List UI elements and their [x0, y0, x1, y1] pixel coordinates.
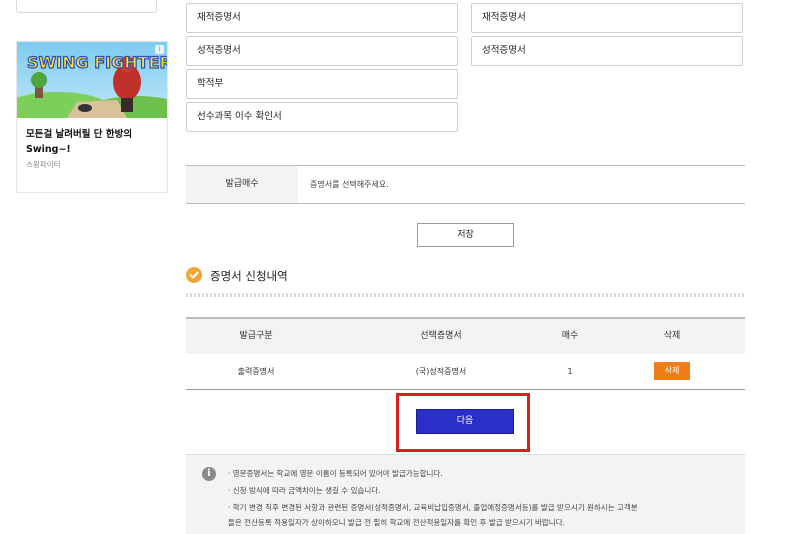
ad-image[interactable]: SWING FIGHTER i — [17, 42, 167, 118]
info-icon: i — [202, 467, 216, 481]
notice-line: · 신청 방식에 따라 금액차이는 생길 수 있습니다. — [228, 486, 381, 495]
check-circle-icon — [186, 267, 202, 283]
notice-line: · 학기 변경 직후 변경된 사항과 관련된 증명서(성적증명서, 교육비납입증… — [228, 503, 638, 512]
issue-count-row: 발급매수 증명서를 선택해주세요. — [186, 165, 745, 204]
table-row: 출력증명서 (국)성적증명서 1 삭제 — [186, 354, 745, 390]
cert-option-transcript-alt[interactable]: 성적증명서 — [471, 36, 743, 66]
header-count: 매수 — [561, 331, 579, 341]
cert-option-transcript[interactable]: 성적증명서 — [186, 36, 458, 66]
ad-card[interactable]: SWING FIGHTER i 모든걸 날려버릴 단 한방의 Swing~! 스… — [16, 41, 168, 193]
save-button[interactable]: 저장 — [417, 223, 514, 247]
ad-title[interactable]: 모든걸 날려버릴 단 한방의 Swing~! — [26, 127, 162, 157]
ad-logo: SWING FIGHTER — [27, 53, 167, 72]
header-certificate: 선택증명서 — [420, 331, 462, 341]
cert-option-prerequisite[interactable]: 선수과목 이수 확인서 — [186, 102, 458, 132]
history-table-header: 발급구분 선택증명서 매수 삭제 — [186, 317, 745, 354]
cert-option-record[interactable]: 학적부 — [186, 69, 458, 99]
delete-button[interactable]: 삭제 — [654, 362, 690, 380]
header-delete: 삭제 — [663, 331, 681, 341]
history-title: 증명서 신청내역 — [210, 269, 288, 283]
issue-count-value: 증명서를 선택해주세요. — [310, 180, 389, 189]
row-count: 1 — [567, 367, 573, 376]
notice-line: · 영문증명서는 학교에 영문 이름이 등록되어 있어야 발급가능합니다. — [228, 469, 443, 478]
row-issue-type: 출력증명서 — [237, 367, 275, 376]
section-divider — [186, 293, 745, 297]
ad-info-icon[interactable]: i — [155, 45, 164, 54]
sidebar-top-box[interactable] — [16, 0, 157, 13]
row-certificate: (국)성적증명서 — [415, 367, 467, 376]
ad-artwork: SWING FIGHTER — [17, 42, 167, 118]
notice-line: 들은 전산등록 적용일자가 상이하오니 발급 전 필히 학교에 전산적용일자를 … — [228, 518, 565, 527]
issue-count-label: 발급매수 — [186, 166, 298, 203]
ad-advertiser: 스윙파이터 — [26, 160, 61, 169]
cert-option-enrollment-alt[interactable]: 재적증명서 — [471, 3, 743, 33]
cert-option-enrollment[interactable]: 재적증명서 — [186, 3, 458, 33]
header-issue-type: 발급구분 — [239, 331, 273, 341]
notice-box: i · 영문증명서는 학교에 영문 이름이 등록되어 있어야 발급가능합니다. … — [186, 454, 745, 534]
next-button[interactable]: 다음 — [416, 409, 514, 434]
